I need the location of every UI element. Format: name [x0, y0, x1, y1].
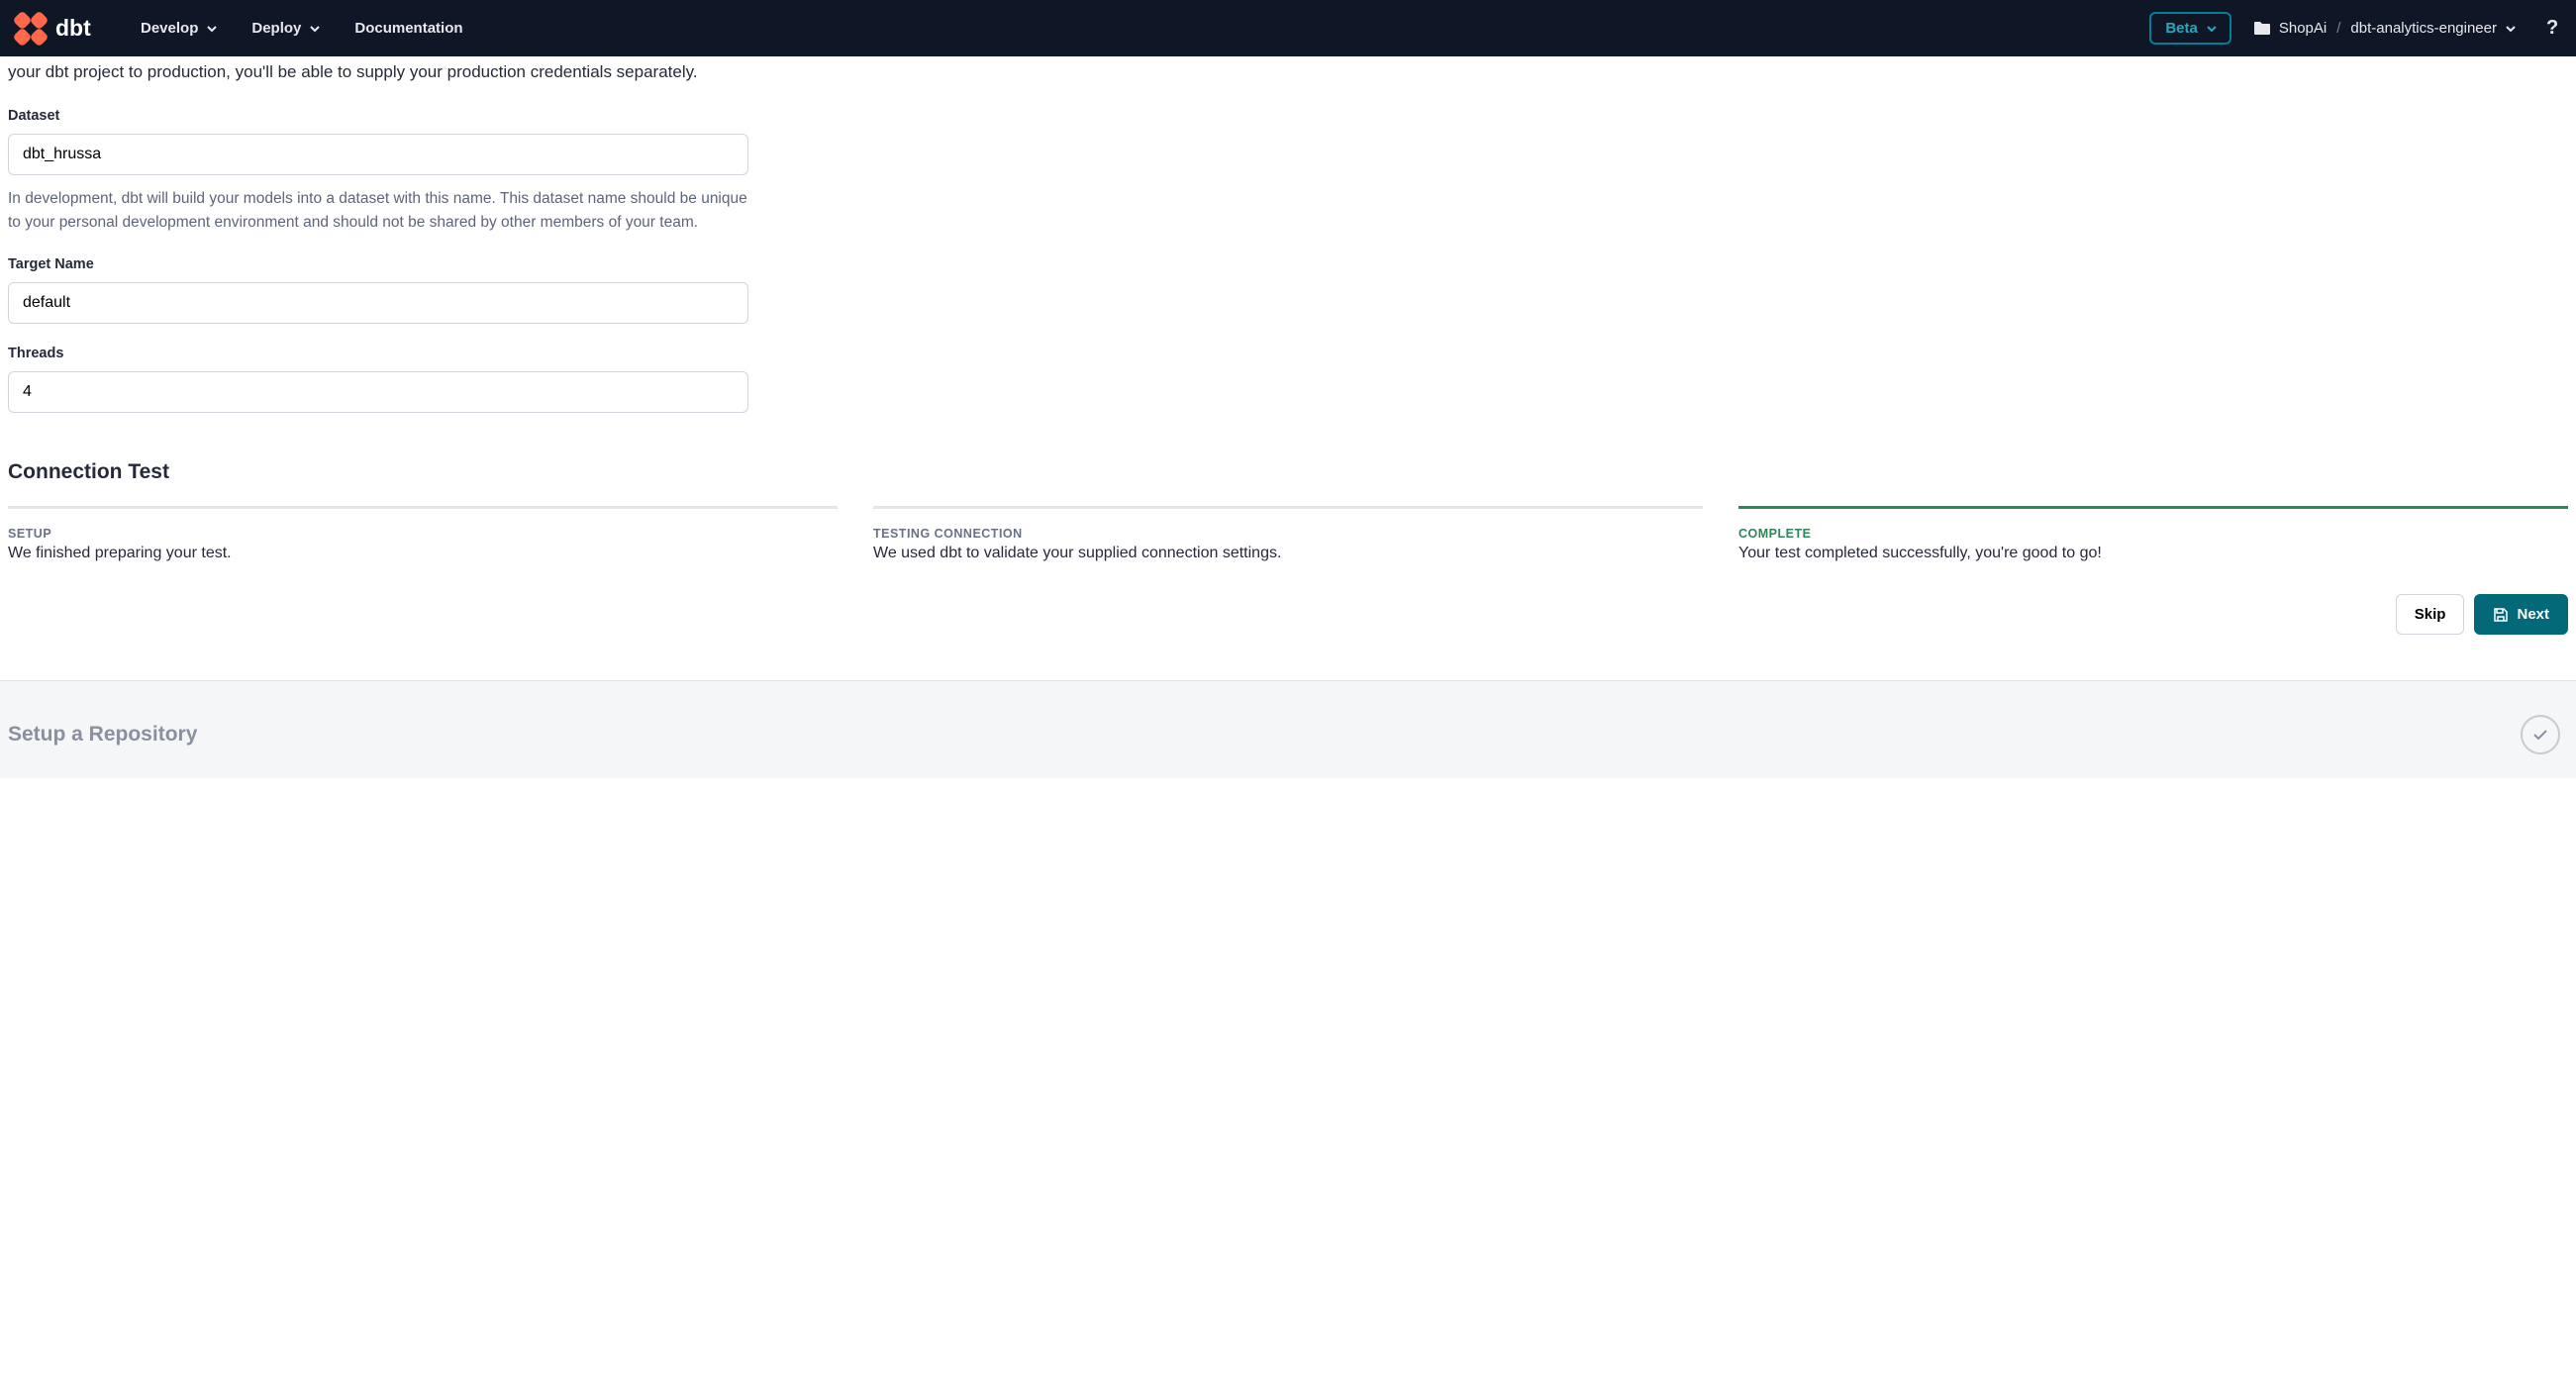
test-step-bar	[8, 506, 838, 510]
folder-icon	[2253, 21, 2271, 36]
threads-input[interactable]	[8, 371, 748, 413]
help-icon: ?	[2542, 17, 2562, 37]
help-button[interactable]: ?	[2542, 17, 2562, 41]
chevron-down-icon	[206, 23, 218, 35]
nav-deploy[interactable]: Deploy	[251, 20, 321, 37]
check-icon	[2531, 726, 2549, 744]
test-step-label: SETUP	[8, 527, 838, 541]
test-step-desc: We used dbt to validate your supplied co…	[873, 545, 1703, 562]
breadcrumb: ShopAi / dbt-analytics-engineer	[2253, 20, 2517, 37]
next-button[interactable]: Next	[2474, 594, 2568, 635]
test-step-label: COMPLETE	[1738, 527, 2568, 541]
test-step-setup: SETUP We finished preparing your test.	[8, 506, 838, 563]
save-icon	[2493, 607, 2509, 623]
test-step-testing: TESTING CONNECTION We used dbt to valida…	[873, 506, 1703, 563]
beta-button[interactable]: Beta	[2149, 12, 2231, 45]
dbt-logo-icon	[14, 12, 48, 46]
repo-status-indicator	[2521, 715, 2560, 754]
breadcrumb-org[interactable]: ShopAi	[2253, 20, 2327, 37]
nav-deploy-label: Deploy	[251, 20, 301, 37]
test-step-complete: COMPLETE Your test completed successfull…	[1738, 506, 2568, 563]
nav-develop[interactable]: Develop	[141, 20, 218, 37]
test-step-desc: Your test completed successfully, you're…	[1738, 545, 2568, 562]
breadcrumb-separator: /	[2336, 20, 2340, 37]
dataset-label: Dataset	[8, 108, 748, 124]
skip-button[interactable]: Skip	[2396, 594, 2465, 635]
test-step-bar	[873, 506, 1703, 510]
connection-test-heading: Connection Test	[8, 460, 2568, 484]
actions-row: Skip Next	[8, 594, 2568, 680]
top-nav: dbt Develop Deploy Documentation Beta Sh…	[0, 0, 2576, 56]
nav-documentation-label: Documentation	[354, 20, 462, 37]
setup-repository-section: Setup a Repository	[0, 680, 2576, 778]
chevron-down-icon	[2505, 23, 2517, 35]
target-label: Target Name	[8, 256, 748, 272]
test-step-desc: We finished preparing your test.	[8, 545, 838, 562]
breadcrumb-project-label: dbt-analytics-engineer	[2350, 20, 2497, 37]
test-step-label: TESTING CONNECTION	[873, 527, 1703, 541]
logo[interactable]: dbt	[14, 12, 107, 46]
nav-documentation[interactable]: Documentation	[354, 20, 462, 37]
svg-text:?: ?	[2546, 17, 2558, 37]
threads-field: Threads	[8, 346, 748, 413]
next-button-label: Next	[2517, 606, 2549, 623]
skip-button-label: Skip	[2415, 606, 2446, 623]
threads-label: Threads	[8, 346, 748, 361]
dataset-help: In development, dbt will build your mode…	[8, 187, 748, 235]
dbt-wordmark-icon: dbt	[55, 17, 107, 41]
connection-test-steps: SETUP We finished preparing your test. T…	[8, 506, 2568, 563]
dataset-field: Dataset In development, dbt will build y…	[8, 108, 748, 235]
nav-develop-label: Develop	[141, 20, 198, 37]
target-input[interactable]	[8, 282, 748, 324]
breadcrumb-project[interactable]: dbt-analytics-engineer	[2350, 20, 2517, 37]
beta-label: Beta	[2165, 20, 2198, 37]
target-field: Target Name	[8, 256, 748, 324]
nav-links: Develop Deploy Documentation	[141, 20, 463, 37]
test-step-bar	[1738, 506, 2568, 510]
chevron-down-icon	[309, 23, 321, 35]
setup-repository-heading: Setup a Repository	[8, 723, 2521, 747]
dataset-input[interactable]	[8, 134, 748, 175]
breadcrumb-org-label: ShopAi	[2279, 20, 2327, 37]
svg-text:dbt: dbt	[55, 17, 91, 41]
intro-text: your dbt project to production, you'll b…	[8, 56, 2568, 108]
chevron-down-icon	[2206, 23, 2218, 35]
